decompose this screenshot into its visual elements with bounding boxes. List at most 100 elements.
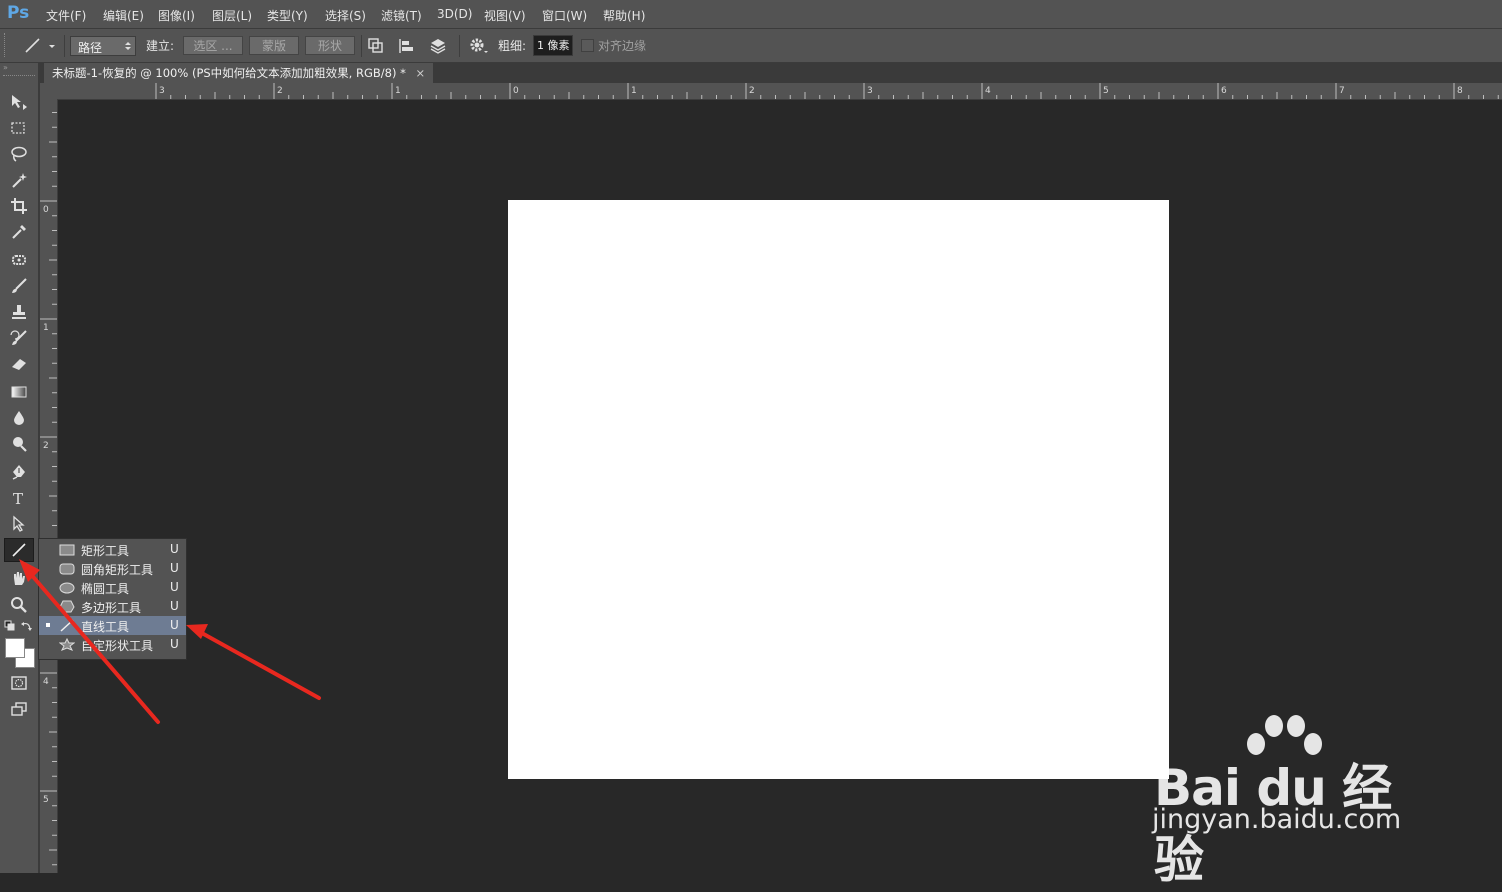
line-tool[interactable] [4,538,34,562]
move-tool[interactable] [4,90,34,114]
eyedropper-tool[interactable] [4,220,34,244]
selection-button[interactable]: 选区 ... [183,36,243,55]
menu-file[interactable]: 文件(F) [46,7,86,24]
weight-label: 粗细: [498,39,527,53]
path-operations-button[interactable] [367,37,387,55]
ruler-label: 0 [43,205,49,215]
brush-tool[interactable] [4,274,34,298]
path-selection-tool[interactable] [4,512,34,536]
align-edges-checkbox[interactable] [581,39,594,52]
document-tab[interactable]: 未标题-1-恢复的 @ 100% (PS中如何给文本添加加粗效果, RGB/8)… [44,63,434,83]
weight-input[interactable]: 1 像素 [533,35,573,56]
flyout-item-custom-shape[interactable]: 自定形状工具 U [39,635,186,654]
blur-tool[interactable] [4,406,34,430]
quick-mask-button[interactable] [4,671,34,695]
foreground-color-swatch[interactable] [5,638,25,658]
ruler-label: 2 [749,86,755,96]
panel-collapse-handle[interactable]: » [3,64,35,72]
path-arrangement-button[interactable] [427,36,449,56]
document-canvas[interactable] [508,200,1169,779]
path-arrangement-icon [430,39,446,54]
flyout-item-line[interactable]: 直线工具 U [39,616,186,635]
flyout-item-label: 圆角矩形工具 [81,563,154,577]
magic-wand-icon [12,173,27,188]
flyout-item-label: 自定形状工具 [81,639,154,653]
path-alignment-icon [399,39,413,53]
zoom-icon [11,597,27,613]
ruler-label: 0 [513,86,519,96]
hand-icon [14,572,25,585]
options-bar: 路径 建立: 选区 ... 蒙版 形状 粗细: 1 像素 对齐边缘 [0,29,1502,63]
separator [361,35,362,57]
flyout-item-polygon[interactable]: 多边形工具 U [39,597,186,616]
menu-edit[interactable]: 编辑(E) [103,7,144,24]
flyout-item-shortcut: U [170,561,179,575]
gear-icon [470,38,488,53]
menu-select[interactable]: 选择(S) [325,7,366,24]
document-tab-title: 未标题-1-恢复的 @ 100% (PS中如何给文本添加加粗效果, RGB/8)… [52,66,406,80]
screen-mode-button[interactable] [4,697,34,721]
screen-mode-icon [11,702,27,716]
menu-layer[interactable]: 图层(L) [212,7,252,24]
magic-wand-tool[interactable] [4,168,34,192]
baidu-jingyan-watermark: Bai du 经验 jingyan.baidu.com [1150,712,1430,889]
tool-preset-picker[interactable] [22,36,58,56]
vertical-ruler[interactable]: 012345 [40,99,58,873]
line-tool-icon [25,38,55,53]
flyout-item-shortcut: U [170,580,179,594]
lasso-icon [11,146,27,162]
gradient-tool[interactable] [4,380,34,404]
menu-help[interactable]: 帮助(H) [603,7,645,24]
panel-grip[interactable] [3,75,35,79]
eyedropper-icon [12,225,26,239]
menu-window[interactable]: 窗口(W) [542,7,587,24]
flyout-item-shortcut: U [170,542,179,556]
menu-bar: Ps 文件(F) 编辑(E) 图像(I) 图层(L) 类型(Y) 选择(S) 滤… [0,0,1502,29]
path-alignment-button[interactable] [397,37,417,55]
line-icon [60,619,74,632]
options-grip[interactable] [4,33,9,57]
eraser-tool[interactable] [4,352,34,376]
rectangular-marquee-icon [11,122,25,134]
ruler-label: 1 [395,86,401,96]
ruler-label: 7 [1339,86,1345,96]
lasso-tool[interactable] [4,142,34,166]
menu-view[interactable]: 视图(V) [484,7,526,24]
zoom-tool[interactable] [4,593,34,617]
history-brush-tool[interactable] [4,326,34,350]
menu-filter[interactable]: 滤镜(T) [381,7,422,24]
flyout-item-rounded-rectangle[interactable]: 圆角矩形工具 U [39,559,186,578]
settings-button[interactable] [468,36,490,56]
swap-colors-button[interactable] [21,620,33,632]
dodge-tool[interactable] [4,432,34,456]
flyout-item-rectangle[interactable]: 矩形工具 U [39,540,186,559]
horizontal-ruler[interactable]: 3 2 1 0 1 2 3 4 5 6 7 8 [40,83,1502,100]
healing-brush-icon [12,255,26,265]
type-tool[interactable]: T [4,486,34,510]
flyout-item-ellipse[interactable]: 椭圆工具 U [39,578,186,597]
default-colors-button[interactable] [4,620,16,632]
default-colors-icon [4,620,15,631]
flyout-item-label: 椭圆工具 [81,582,130,596]
crop-icon [11,198,27,214]
menu-type[interactable]: 类型(Y) [267,7,308,24]
menu-3d[interactable]: 3D(D) [437,7,472,21]
marquee-tool[interactable] [4,116,34,140]
ruler-label: 5 [43,795,49,805]
healing-brush-tool[interactable] [4,248,34,272]
vertical-ruler-ticks: 012345 [40,112,57,866]
mask-button[interactable]: 蒙版 [249,36,299,55]
hand-tool[interactable] [4,566,34,590]
pen-tool[interactable] [4,460,34,484]
menu-image[interactable]: 图像(I) [158,7,195,24]
ruler-label: 6 [1221,86,1227,96]
align-edges-label: 对齐边缘 [598,39,647,53]
rectangle-icon [59,544,75,556]
mode-select[interactable]: 路径 [70,36,136,56]
flyout-item-shortcut: U [170,618,179,632]
shape-button[interactable]: 形状 [305,36,355,55]
crop-tool[interactable] [4,194,34,218]
pen-icon [12,465,25,480]
clone-stamp-tool[interactable] [4,300,34,324]
close-icon[interactable]: × [416,66,426,80]
